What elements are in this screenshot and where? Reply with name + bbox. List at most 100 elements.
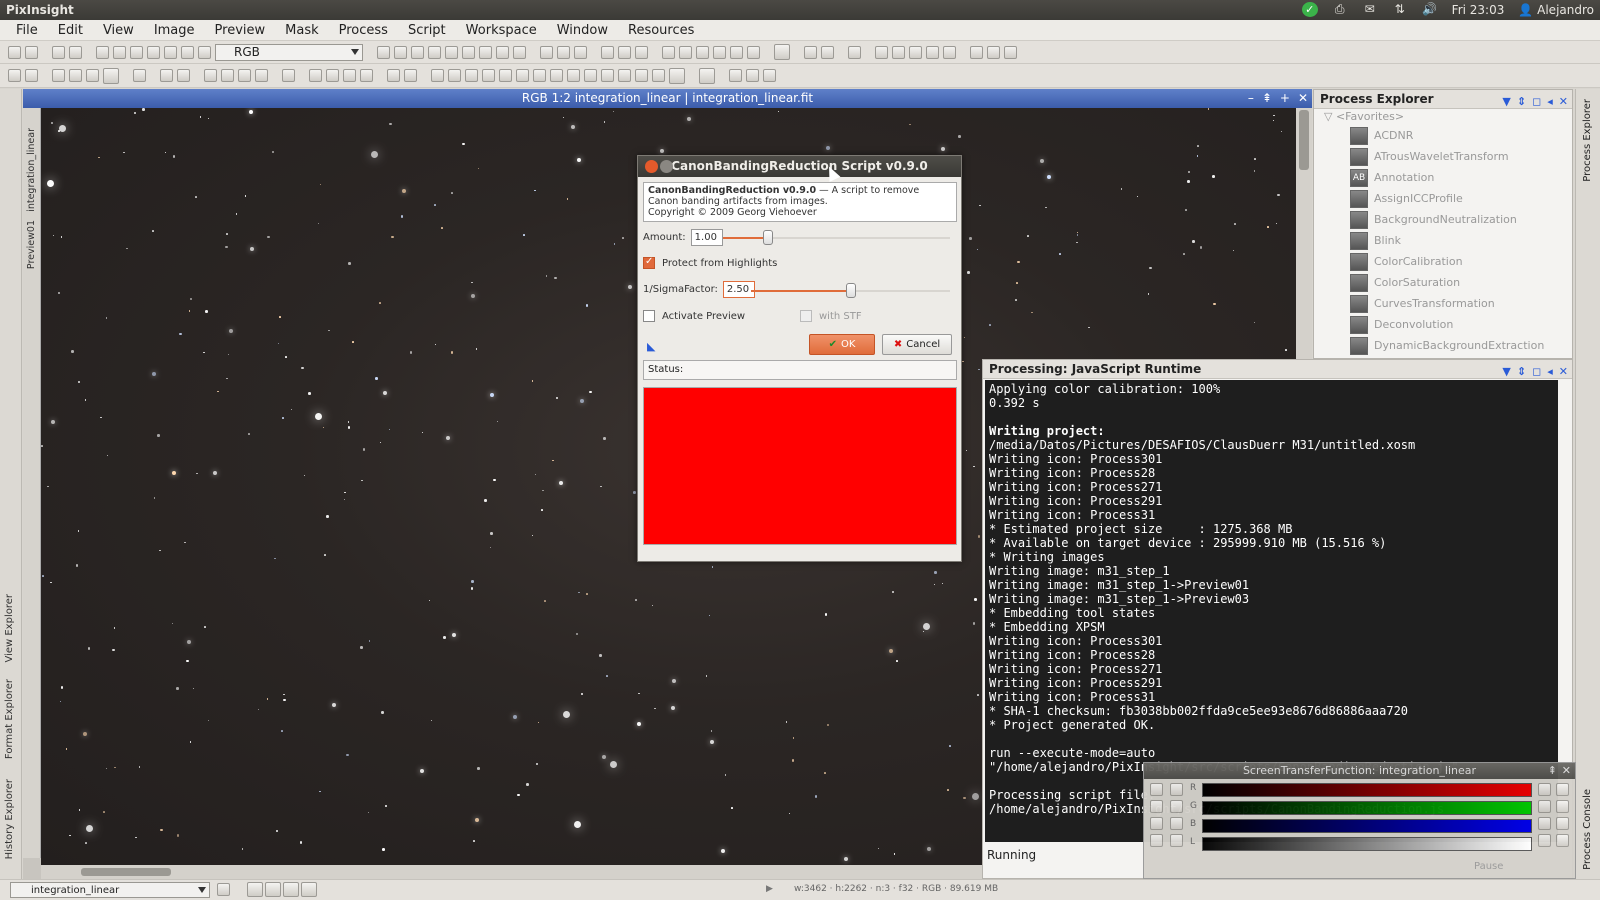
- mask-icon[interactable]: [662, 45, 675, 59]
- channel-icon[interactable]: [247, 882, 263, 897]
- rotate-icon[interactable]: [160, 69, 173, 82]
- list-item[interactable]: ColorSaturation: [1314, 272, 1572, 293]
- channel-icon[interactable]: [618, 69, 631, 82]
- redo-icon[interactable]: [25, 45, 38, 59]
- clock[interactable]: Fri 23:03: [1452, 3, 1505, 17]
- channel-icon[interactable]: [282, 69, 295, 82]
- view-option-icon[interactable]: [217, 883, 230, 896]
- preview-area[interactable]: [643, 387, 957, 545]
- chevron-down-icon[interactable]: ▼: [1502, 92, 1510, 111]
- channel-icon[interactable]: [221, 69, 234, 82]
- image-window-titlebar[interactable]: RGB 1:2 integration_linear | integration…: [23, 89, 1312, 108]
- channel-icon[interactable]: [465, 69, 478, 82]
- amount-slider[interactable]: [723, 230, 950, 245]
- tab-process-explorer[interactable]: Process Explorer: [1582, 99, 1593, 182]
- tool-icon[interactable]: [540, 45, 553, 59]
- stf-tool-icon[interactable]: [1170, 817, 1183, 830]
- scroll-thumb[interactable]: [81, 868, 171, 876]
- window-icon[interactable]: [804, 45, 817, 59]
- channel-icon[interactable]: [652, 69, 665, 82]
- zoom-icon[interactable]: [394, 45, 407, 59]
- channel-icon[interactable]: [567, 69, 580, 82]
- stf-reset-icon[interactable]: [1538, 800, 1551, 813]
- list-item[interactable]: BackgroundNeutralization: [1314, 209, 1572, 230]
- close-icon[interactable]: ✕: [1559, 362, 1568, 381]
- tool-icon[interactable]: [574, 45, 587, 59]
- scroll-thumb[interactable]: [1299, 110, 1309, 170]
- menu-resources[interactable]: Resources: [618, 23, 704, 38]
- menu-edit[interactable]: Edit: [48, 23, 93, 38]
- new-image-icon[interactable]: [52, 45, 65, 59]
- list-item[interactable]: ACDNR: [1314, 125, 1572, 146]
- zoom-in-icon[interactable]: [496, 45, 509, 59]
- menu-script[interactable]: Script: [398, 23, 456, 38]
- channel-icon[interactable]: [448, 69, 461, 82]
- stf-tool-icon[interactable]: [1150, 834, 1163, 847]
- channel-icon[interactable]: [431, 69, 444, 82]
- channel-icon[interactable]: [584, 69, 597, 82]
- menu-view[interactable]: View: [93, 23, 144, 38]
- stf-pause-button[interactable]: Pause: [1474, 861, 1503, 872]
- stf-green-slider[interactable]: [1202, 801, 1532, 815]
- minimize-icon[interactable]: [660, 160, 673, 173]
- stf-tool-icon[interactable]: [1556, 817, 1569, 830]
- menu-preview[interactable]: Preview: [205, 23, 276, 38]
- stf-tool-icon[interactable]: [1150, 817, 1163, 830]
- stf-reset-icon[interactable]: [1538, 834, 1551, 847]
- view-icon[interactable]: [96, 45, 109, 59]
- channel-icon[interactable]: [550, 69, 563, 82]
- pan-icon[interactable]: [377, 45, 390, 59]
- list-item[interactable]: DynamicBackgroundExtraction: [1314, 335, 1572, 356]
- view-selector[interactable]: integration_linear: [10, 882, 210, 898]
- tab-integration-linear[interactable]: integration_linear: [26, 128, 37, 212]
- user-menu[interactable]: 👤 Alejandro: [1518, 3, 1594, 17]
- minimize-icon[interactable]: –: [1248, 89, 1254, 108]
- menu-image[interactable]: Image: [144, 23, 205, 38]
- process-icon[interactable]: [892, 45, 905, 59]
- channel-icon[interactable]: [283, 882, 299, 897]
- channel-icon[interactable]: [343, 69, 356, 82]
- channel-icon[interactable]: [238, 69, 251, 82]
- rotate-icon[interactable]: [133, 69, 146, 82]
- channel-icon[interactable]: [482, 69, 495, 82]
- amount-input[interactable]: 1.00: [690, 229, 723, 246]
- geometry-icon[interactable]: [103, 67, 119, 84]
- channel-icon[interactable]: [387, 69, 400, 82]
- shade-icon[interactable]: ⇕: [1517, 92, 1526, 111]
- channel-icon[interactable]: [301, 882, 317, 897]
- mail-icon[interactable]: ✉: [1362, 2, 1378, 17]
- stf-tool-icon[interactable]: [1170, 834, 1183, 847]
- mask-icon[interactable]: [713, 45, 726, 59]
- close-icon[interactable]: ✕: [1298, 89, 1308, 108]
- mask-icon[interactable]: [679, 45, 692, 59]
- tab-format-explorer[interactable]: Format Explorer: [4, 679, 15, 759]
- dock-left-icon[interactable]: ◂: [1547, 92, 1553, 111]
- mask-icon[interactable]: [747, 45, 760, 59]
- list-item[interactable]: Deconvolution: [1314, 314, 1572, 335]
- channel-icon[interactable]: [533, 69, 546, 82]
- stf-blue-slider[interactable]: [1202, 819, 1532, 833]
- geometry-icon[interactable]: [25, 69, 38, 82]
- channel-icon[interactable]: [360, 69, 373, 82]
- cancel-button[interactable]: ✖ Cancel: [882, 334, 952, 355]
- tab-preview01[interactable]: Preview01: [26, 220, 37, 269]
- with-stf-checkbox[interactable]: [800, 310, 812, 322]
- channel-icon[interactable]: [404, 69, 417, 82]
- channel-icon[interactable]: [204, 69, 217, 82]
- stf-icon[interactable]: [746, 69, 759, 82]
- chevron-down-icon[interactable]: ▼: [1502, 362, 1510, 381]
- stf-tool-icon[interactable]: [1170, 800, 1183, 813]
- process-explorer-titlebar[interactable]: Process Explorer ▼ ⇕ ◻ ◂ ✕: [1314, 90, 1572, 109]
- stf-icon[interactable]: [763, 69, 776, 82]
- list-item[interactable]: Blink: [1314, 230, 1572, 251]
- stf-tool-icon[interactable]: [1556, 834, 1569, 847]
- view-icon[interactable]: [164, 45, 177, 59]
- preview-icon[interactable]: [618, 45, 631, 59]
- zoom-icon[interactable]: [411, 45, 424, 59]
- menu-workspace[interactable]: Workspace: [456, 23, 547, 38]
- list-item[interactable]: ATrousWaveletTransform: [1314, 146, 1572, 167]
- channel-icon[interactable]: [635, 69, 648, 82]
- network-icon[interactable]: ⇅: [1392, 2, 1408, 17]
- menu-window[interactable]: Window: [547, 23, 618, 38]
- list-item[interactable]: AB Annotation: [1314, 167, 1572, 188]
